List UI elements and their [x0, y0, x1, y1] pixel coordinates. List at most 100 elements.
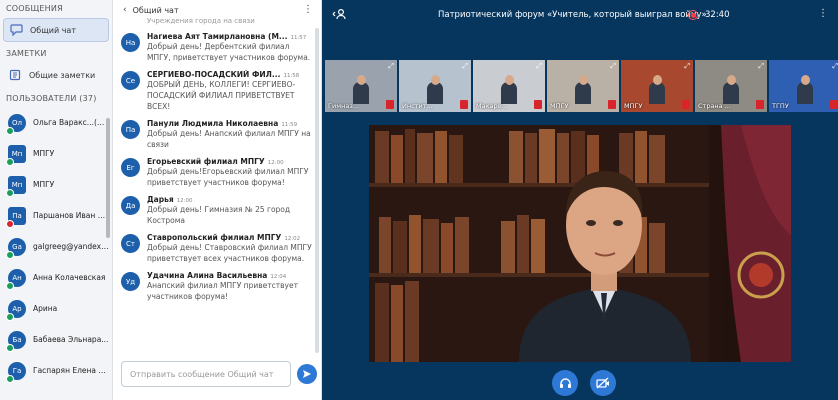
- user-list-item[interactable]: Мп МПГУ: [0, 138, 112, 169]
- avatar-initials: Ст: [126, 239, 135, 248]
- expand-icon[interactable]: ⤢: [536, 62, 542, 71]
- muted-mic-icon: [830, 100, 838, 109]
- webcam-caption: ТГПУ: [772, 102, 789, 110]
- avatar: Па: [121, 120, 140, 139]
- message-text: ДОБРЫЙ ДЕНЬ, КОЛЛЕГИ! СЕРГИЕВО-ПОСАДСКИЙ…: [147, 80, 296, 111]
- user-name: Анна Колачевская: [33, 273, 106, 282]
- user-list-item[interactable]: Га Гаспарян Елена в...: [0, 355, 112, 386]
- options-menu-icon[interactable]: ⋮: [818, 8, 828, 19]
- expand-icon[interactable]: ⤢: [832, 62, 838, 71]
- presenter-video[interactable]: [369, 125, 791, 362]
- users-section-title: ПОЛЬЗОВАТЕЛИ (37): [6, 94, 97, 103]
- message-author: СЕРГИЕВО-ПОСАДСКИЙ ФИЛ...: [147, 70, 281, 79]
- notes-section-title: ЗАМЕТКИ: [6, 49, 47, 58]
- notes-icon: [7, 67, 23, 83]
- avatar-initials: Мп: [11, 149, 23, 158]
- avatar: Ст: [121, 234, 140, 253]
- user-list-item[interactable]: Ба Бабаева Эльнара...: [0, 324, 112, 355]
- avatar-initials: Да: [125, 201, 136, 210]
- muted-mic-icon: [534, 100, 542, 109]
- user-list-toggle-icon[interactable]: [332, 8, 346, 23]
- user-name: Паршанов Иван А...: [33, 211, 109, 220]
- webcam-thumbnail[interactable]: ⤢ Макаре...: [473, 60, 545, 112]
- avatar-initials: На: [125, 38, 136, 47]
- chat-scrollbar[interactable]: [315, 28, 319, 353]
- user-list-item[interactable]: Ол Ольга Варакс...(Вы): [0, 107, 112, 138]
- webcam-thumbnail[interactable]: ⤢ МПГУ: [621, 60, 693, 112]
- user-sidebar: СООБЩЕНИЯ Общий чат ЗАМЕТКИ Общие заметк…: [0, 0, 113, 400]
- chat-title: Общий чат: [132, 5, 179, 15]
- chat-panel: ‹ Общий чат ⋮ Учреждения города на связи…: [113, 0, 322, 400]
- avatar-initials: Ар: [12, 304, 22, 313]
- user-list-item[interactable]: Ан Анна Колачевская: [0, 262, 112, 293]
- mic-icon: [6, 281, 14, 290]
- avatar: Уд: [121, 272, 140, 291]
- avatar-initials: Ба: [12, 335, 22, 344]
- headphones-button[interactable]: [552, 370, 578, 396]
- webcam-strip: ⤢ Гимназ... ⤢ Инстит... ⤢ Макаре... ⤢ МПГУ ⤢ МПГУ…: [322, 60, 838, 112]
- more-options-icon[interactable]: ⋮: [303, 4, 313, 15]
- sidebar-scrollbar[interactable]: [106, 118, 110, 238]
- avatar: Ga: [6, 237, 26, 259]
- camera-off-button[interactable]: [590, 370, 616, 396]
- avatar-initials: Ga: [12, 242, 22, 251]
- webcam-thumbnail[interactable]: ⤢ Инстит...: [399, 60, 471, 112]
- muted-mic-icon: [386, 100, 394, 109]
- public-chat-item[interactable]: Общий чат: [3, 18, 109, 42]
- webcam-thumbnail[interactable]: ⤢ МПГУ: [547, 60, 619, 112]
- message-text: Добрый день! Дербентский филиал МПГУ, пр…: [147, 42, 311, 62]
- avatar: Мп: [6, 144, 26, 166]
- chat-message: Уд Удачина Алина Васильевна 12:04 Анапский …: [113, 271, 321, 302]
- avatar: Се: [121, 71, 140, 90]
- message-text: Анапский филиал МПГУ приветствует участн…: [147, 281, 298, 301]
- webcam-thumbnail[interactable]: ⤢ Гимназ...: [325, 60, 397, 112]
- mic-icon: [6, 126, 14, 135]
- user-list-item[interactable]: Па Паршанов Иван А...: [0, 200, 112, 231]
- avatar: Ан: [6, 268, 26, 290]
- chat-bubble-icon: [8, 22, 24, 38]
- chat-message-input[interactable]: Отправить сообщение Общий чат: [121, 361, 291, 387]
- avatar-initials: Ол: [12, 118, 22, 127]
- recording-icon[interactable]: [688, 10, 698, 20]
- webcam-thumbnail[interactable]: ⤢ ТГПУ: [769, 60, 838, 112]
- mic-icon: [6, 188, 14, 197]
- expand-icon[interactable]: ⤢: [388, 62, 394, 71]
- user-list-item[interactable]: Ga galgreeg@yandex.ru: [0, 231, 112, 262]
- chat-message: Ег Егорьевский филиал МПГУ 12:00 Добрый ден…: [113, 157, 321, 188]
- message-author: Ставропольский филиал МПГУ: [147, 233, 282, 242]
- headphones-icon: [559, 378, 571, 388]
- user-name: Арина: [33, 304, 58, 313]
- webcam-caption: Инстит...: [402, 102, 433, 110]
- webcam-caption: МПГУ: [550, 102, 569, 110]
- user-name: galgreeg@yandex.ru: [33, 242, 109, 251]
- chevron-left-icon[interactable]: ‹: [123, 5, 127, 15]
- user-name: МПГУ: [33, 149, 55, 158]
- muted-mic-icon: [460, 100, 468, 109]
- send-button[interactable]: [297, 364, 317, 384]
- expand-icon[interactable]: ⤢: [462, 62, 468, 71]
- chat-message: Па Панули Людмила Николаевна 11:59 Добрый д…: [113, 119, 321, 150]
- muted-mic-icon: [6, 219, 14, 228]
- mic-icon: [6, 374, 14, 383]
- avatar: Ол: [6, 113, 26, 135]
- avatar: Ег: [121, 158, 140, 177]
- expand-icon[interactable]: ⤢: [758, 62, 764, 71]
- user-list-item[interactable]: Мп МПГУ: [0, 169, 112, 200]
- webcam-caption: МПГУ: [624, 102, 643, 110]
- webcam-caption: Страна ...: [698, 102, 731, 110]
- user-list: Ол Ольга Варакс...(Вы) Мп МПГУ Мп МПГУ Па Парша…: [0, 107, 112, 386]
- message-author: Егорьевский филиал МПГУ: [147, 157, 265, 166]
- chat-message: Ст Ставропольский филиал МПГУ 12:02 Добрый …: [113, 233, 321, 264]
- shared-notes-item[interactable]: Общие заметки: [3, 63, 109, 87]
- shared-notes-label: Общие заметки: [29, 70, 96, 80]
- public-chat-label: Общий чат: [30, 25, 76, 35]
- expand-icon[interactable]: ⤢: [610, 62, 616, 71]
- user-list-item[interactable]: Ар Арина: [0, 293, 112, 324]
- top-bar: Патриотический форум «Учитель, который в…: [322, 0, 838, 30]
- webcam-thumbnail[interactable]: ⤢ Страна ...: [695, 60, 767, 112]
- conference-title: Патриотический форум «Учитель, который в…: [438, 10, 707, 20]
- avatar-initials: Па: [125, 125, 136, 134]
- message-text: Добрый день! Гимназия № 25 город Костром…: [147, 205, 291, 225]
- expand-icon[interactable]: ⤢: [684, 62, 690, 71]
- send-icon: [303, 370, 311, 378]
